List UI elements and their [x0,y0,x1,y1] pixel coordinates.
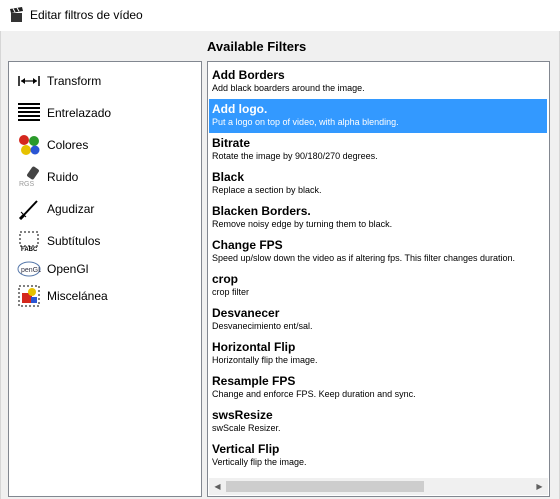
svg-text:FABC: FABC [21,247,38,252]
filter-item[interactable]: Blacken Borders. Remove noisy edge by tu… [209,201,547,235]
filter-name: Add logo. [212,102,268,116]
category-miscelanea[interactable]: Miscelánea [17,284,108,308]
category-subtitulos[interactable]: FABC Subtítulos [17,229,100,253]
sharpen-knife-icon [17,198,41,220]
filter-description: swScale Resizer. [212,423,281,433]
available-filters-heading: Available Filters [207,39,307,54]
clapperboard-icon [10,7,23,22]
filter-description: crop filter [212,287,250,297]
category-label: Entrelazado [47,106,112,120]
filter-item[interactable]: Horizontal Flip Horizontally flip the im… [209,337,547,371]
svg-text:RGS: RGS [19,181,35,188]
filter-name: Add Borders [212,68,285,82]
filter-item[interactable]: swsResize swScale Resizer. [209,405,547,439]
window-title: Editar filtros de vídeo [30,8,143,22]
interlace-lines-icon [17,102,41,124]
category-ruido[interactable]: RGS Ruido [17,165,78,189]
category-entrelazado[interactable]: Entrelazado [17,101,111,125]
filter-item-selected[interactable]: Add logo. Put a logo on top of video, wi… [209,99,547,133]
category-list[interactable]: Transform Entrelazado Colores RGS Ruido … [8,61,202,497]
filter-name: Bitrate [212,136,251,150]
filter-name: Resample FPS [212,374,296,388]
filter-item[interactable]: Black Replace a section by black. [209,167,547,201]
filter-name: swsResize [212,408,273,422]
category-label: Colores [47,138,89,152]
filter-description: Horizontally flip the image. [212,355,318,365]
filter-item[interactable]: Add Borders Add black boarders around th… [209,65,547,99]
filter-item[interactable]: crop crop filter [209,269,547,303]
filter-name: Horizontal Flip [212,340,296,354]
category-label: Agudizar [47,202,95,216]
scrollbar-thumb[interactable] [226,481,424,492]
category-colores[interactable]: Colores [17,133,88,157]
filter-description: Rotate the image by 90/180/270 degrees. [212,151,378,161]
filter-item[interactable]: Bitrate Rotate the image by 90/180/270 d… [209,133,547,167]
opengl-icon: penGL [17,258,41,280]
filter-item[interactable]: Desvanecer Desvanecimiento ent/sal. [209,303,547,337]
filter-description: Remove noisy edge by turning them to bla… [212,219,393,229]
category-label: Miscelánea [47,289,108,303]
filter-name: Change FPS [212,238,283,252]
category-label: Subtítulos [47,234,101,248]
filter-name: crop [212,272,239,286]
subtitle-icon: FABC [17,230,41,252]
filter-item[interactable]: Vertical Flip Vertically flip the image. [209,439,547,473]
filter-name: Blacken Borders. [212,204,311,218]
filter-item[interactable]: Change FPS Speed up/slow down the video … [209,235,547,269]
filter-name: Desvanecer [212,306,280,320]
filter-name: Vertical Flip [212,442,280,456]
scroll-right-icon[interactable]: ▶ [531,478,548,495]
horizontal-scrollbar[interactable]: ◀ ▶ [209,478,548,495]
filter-item[interactable]: Resample FPS Change and enforce FPS. Kee… [209,371,547,405]
scroll-left-icon[interactable]: ◀ [209,478,226,495]
filter-description: Replace a section by black. [212,185,322,195]
filter-description: Add black boarders around the image. [212,83,365,93]
category-transform[interactable]: Transform [17,69,101,93]
color-balls-icon [17,134,41,156]
filter-name: Black [212,170,245,184]
svg-text:penGL: penGL [21,267,41,274]
arrows-horizontal-icon [17,70,41,92]
filter-description: Change and enforce FPS. Keep duration an… [212,389,416,399]
filter-list[interactable]: Add Borders Add black boarders around th… [207,61,550,497]
category-opengl[interactable]: penGL OpenGl [17,257,88,281]
noise-icon: RGS [17,166,41,188]
filter-description: Put a logo on top of video, with alpha b… [212,117,399,127]
title-bar: Editar filtros de vídeo [0,0,560,31]
misc-shapes-icon [17,285,41,307]
category-agudizar[interactable]: Agudizar [17,197,94,221]
category-label: Transform [47,74,102,88]
filter-description: Vertically flip the image. [212,457,307,467]
category-label: OpenGl [47,262,89,276]
filter-description: Speed up/slow down the video as if alter… [212,253,516,263]
filter-description: Desvanecimiento ent/sal. [212,321,313,331]
category-label: Ruido [47,170,79,184]
